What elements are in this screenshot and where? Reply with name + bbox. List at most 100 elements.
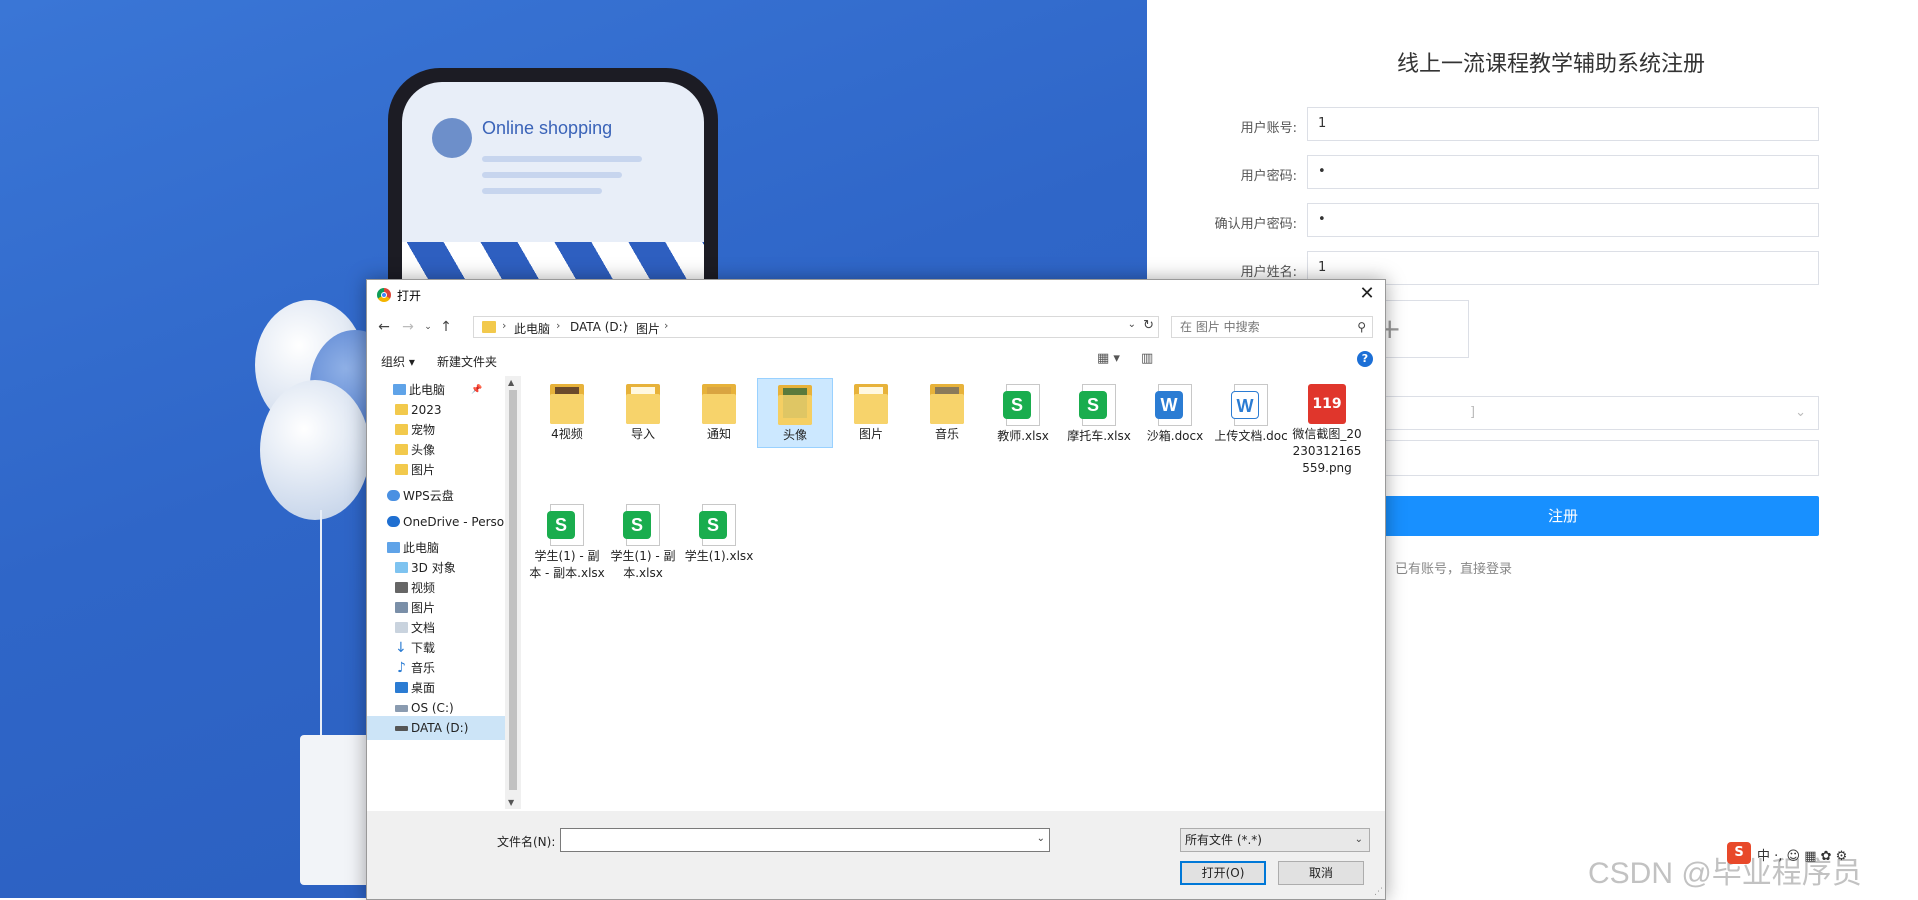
phone-title: Online shopping	[482, 118, 613, 138]
file-item-folder[interactable]: 4视频	[529, 378, 605, 443]
spreadsheet-icon: S	[699, 504, 736, 546]
dialog-titlebar[interactable]: 打开 ✕	[367, 280, 1385, 310]
folder-icon	[930, 384, 964, 424]
file-item-docx[interactable]: W 沙箱.docx	[1137, 378, 1213, 445]
back-arrow-icon[interactable]: ←	[375, 318, 393, 336]
login-link[interactable]: 已有账号，直接登录	[1395, 558, 1512, 577]
file-item-xlsx[interactable]: S 学生(1).xlsx	[681, 498, 757, 565]
view-options-icon[interactable]: ▦ ▾	[1097, 351, 1120, 366]
file-item-folder-selected[interactable]: 头像	[757, 378, 833, 448]
chrome-icon	[377, 288, 391, 302]
chevron-right-icon: ›	[502, 319, 507, 332]
breadcrumb-data-drive[interactable]: DATA (D:)	[570, 320, 627, 334]
dialog-title: 打开	[397, 289, 422, 303]
image-thumbnail-icon: 119	[1308, 384, 1346, 424]
open-button[interactable]: 打开(O)	[1180, 861, 1266, 885]
recent-locations-icon[interactable]: ⌄	[419, 318, 437, 336]
folder-icon	[395, 404, 408, 415]
word-document-icon: W	[1155, 384, 1192, 426]
search-placeholder: 在 图片 中搜索	[1180, 320, 1260, 334]
file-name: 音乐	[934, 427, 959, 441]
account-input[interactable]: 1	[1307, 107, 1819, 141]
search-input[interactable]: 在 图片 中搜索 ⚲	[1171, 316, 1373, 338]
file-name: 通知	[706, 427, 731, 441]
resize-grip-icon[interactable]: ⋰	[1374, 887, 1383, 897]
cancel-button[interactable]: 取消	[1278, 861, 1364, 885]
new-folder-button[interactable]: 新建文件夹	[437, 353, 497, 370]
file-name: 教师.xlsx	[997, 429, 1049, 443]
up-arrow-icon[interactable]: ↑	[437, 318, 455, 336]
text-line-graphic	[482, 172, 622, 178]
nav-item-label: WPS云盘	[403, 489, 454, 503]
avatar-graphic	[432, 118, 472, 158]
chevron-down-icon: ⌄	[1354, 834, 1363, 845]
file-item-xlsx[interactable]: S 摩托车.xlsx	[1061, 378, 1137, 445]
shopping-bag-graphic	[300, 735, 370, 885]
cloud-icon	[387, 490, 400, 501]
organize-menu[interactable]: 组织 ▾	[381, 353, 415, 370]
file-item-xlsx[interactable]: S 教师.xlsx	[985, 378, 1061, 445]
file-item-png[interactable]: 119 微信截图_20230312165559.png	[1289, 378, 1365, 477]
password-label: 用户密码:	[1240, 169, 1297, 184]
close-button[interactable]: ✕	[1355, 282, 1379, 306]
folder-icon	[702, 384, 736, 424]
text-line-graphic	[482, 188, 602, 194]
file-item-folder[interactable]: 导入	[605, 378, 681, 443]
file-item-folder[interactable]: 图片	[833, 378, 909, 443]
confirm-password-label: 确认用户密码:	[1214, 217, 1297, 232]
file-name: 导入	[630, 427, 655, 441]
dialog-footer: 文件名(N): ⌄ 所有文件 (*.*) ⌄ 打开(O) 取消 ⋰	[367, 811, 1385, 899]
confirm-password-input[interactable]: •	[1307, 203, 1819, 237]
text-line-graphic	[482, 156, 642, 162]
spreadsheet-icon: S	[623, 504, 660, 546]
navigation-row: ← → ⌄ ↑ › 此电脑 › DATA (D:) › 图片 › ⌄ ↻ 在 图…	[367, 314, 1385, 342]
password-input[interactable]: •	[1307, 155, 1819, 189]
nav-item-data-d[interactable]: DATA (D:)	[367, 716, 505, 740]
chevron-right-icon: ›	[664, 319, 669, 332]
nav-item-pictures[interactable]: 图片	[367, 458, 505, 482]
image-icon	[395, 602, 408, 613]
file-item-folder[interactable]: 音乐	[909, 378, 985, 443]
name-label: 用户姓名:	[1240, 265, 1297, 280]
spreadsheet-icon: S	[1003, 384, 1040, 426]
drive-icon	[395, 705, 408, 712]
chevron-down-icon[interactable]: ⌄	[1128, 319, 1136, 330]
folder-icon	[854, 384, 888, 424]
open-file-dialog: 打开 ✕ ← → ⌄ ↑ › 此电脑 › DATA (D:) › 图片 › ⌄ …	[366, 279, 1386, 900]
nav-item-label: DATA (D:)	[411, 721, 469, 735]
navigation-scrollbar[interactable]: ▲ ▼	[505, 376, 521, 809]
nav-item-onedrive[interactable]: OneDrive - Perso	[367, 510, 505, 534]
filename-input[interactable]: ⌄	[560, 828, 1050, 852]
file-item-xlsx[interactable]: S 学生(1) - 副本.xlsx	[605, 498, 681, 582]
balloon-graphic	[260, 380, 370, 520]
nav-item-wps-cloud[interactable]: WPS云盘	[367, 484, 505, 508]
help-icon[interactable]: ?	[1357, 351, 1373, 367]
filename-label: 文件名(N):	[497, 835, 556, 849]
ime-toolbar[interactable]: S 中 ·, ☺ ▦ ✿ ⚙	[1727, 842, 1905, 866]
scroll-down-icon[interactable]: ▼	[508, 798, 514, 807]
search-icon: ⚲	[1357, 320, 1366, 334]
file-name: 沙箱.docx	[1146, 429, 1204, 443]
file-name: 4视频	[551, 427, 583, 441]
forward-arrow-icon[interactable]: →	[399, 318, 417, 336]
chevron-down-icon[interactable]: ⌄	[1037, 833, 1045, 844]
file-name: 摩托车.xlsx	[1067, 429, 1131, 443]
breadcrumb-pictures[interactable]: 图片	[636, 320, 660, 337]
preview-pane-icon[interactable]: ▥	[1141, 351, 1153, 366]
folder-icon	[395, 464, 408, 475]
breadcrumb-this-pc[interactable]: 此电脑	[514, 320, 550, 337]
spreadsheet-icon: S	[1079, 384, 1116, 426]
scrollbar-thumb[interactable]	[509, 390, 517, 790]
spreadsheet-icon: S	[547, 504, 584, 546]
navigation-pane: 此电脑 📌 2023 宠物 头像 图片 WPS云盘 OneDrive - Per…	[367, 376, 521, 809]
filetype-select[interactable]: 所有文件 (*.*) ⌄	[1180, 828, 1370, 852]
cube-icon	[395, 562, 408, 573]
scroll-up-icon[interactable]: ▲	[508, 378, 514, 387]
address-bar[interactable]: › 此电脑 › DATA (D:) › 图片 › ⌄ ↻	[473, 316, 1159, 338]
file-item-xlsx[interactable]: S 学生(1) - 副本 - 副本.xlsx	[529, 498, 605, 582]
file-item-doc[interactable]: W 上传文档.doc	[1213, 378, 1289, 445]
refresh-icon[interactable]: ↻	[1143, 318, 1154, 333]
cloud-icon	[387, 516, 400, 527]
file-item-folder[interactable]: 通知	[681, 378, 757, 443]
file-name: 图片	[858, 427, 883, 441]
